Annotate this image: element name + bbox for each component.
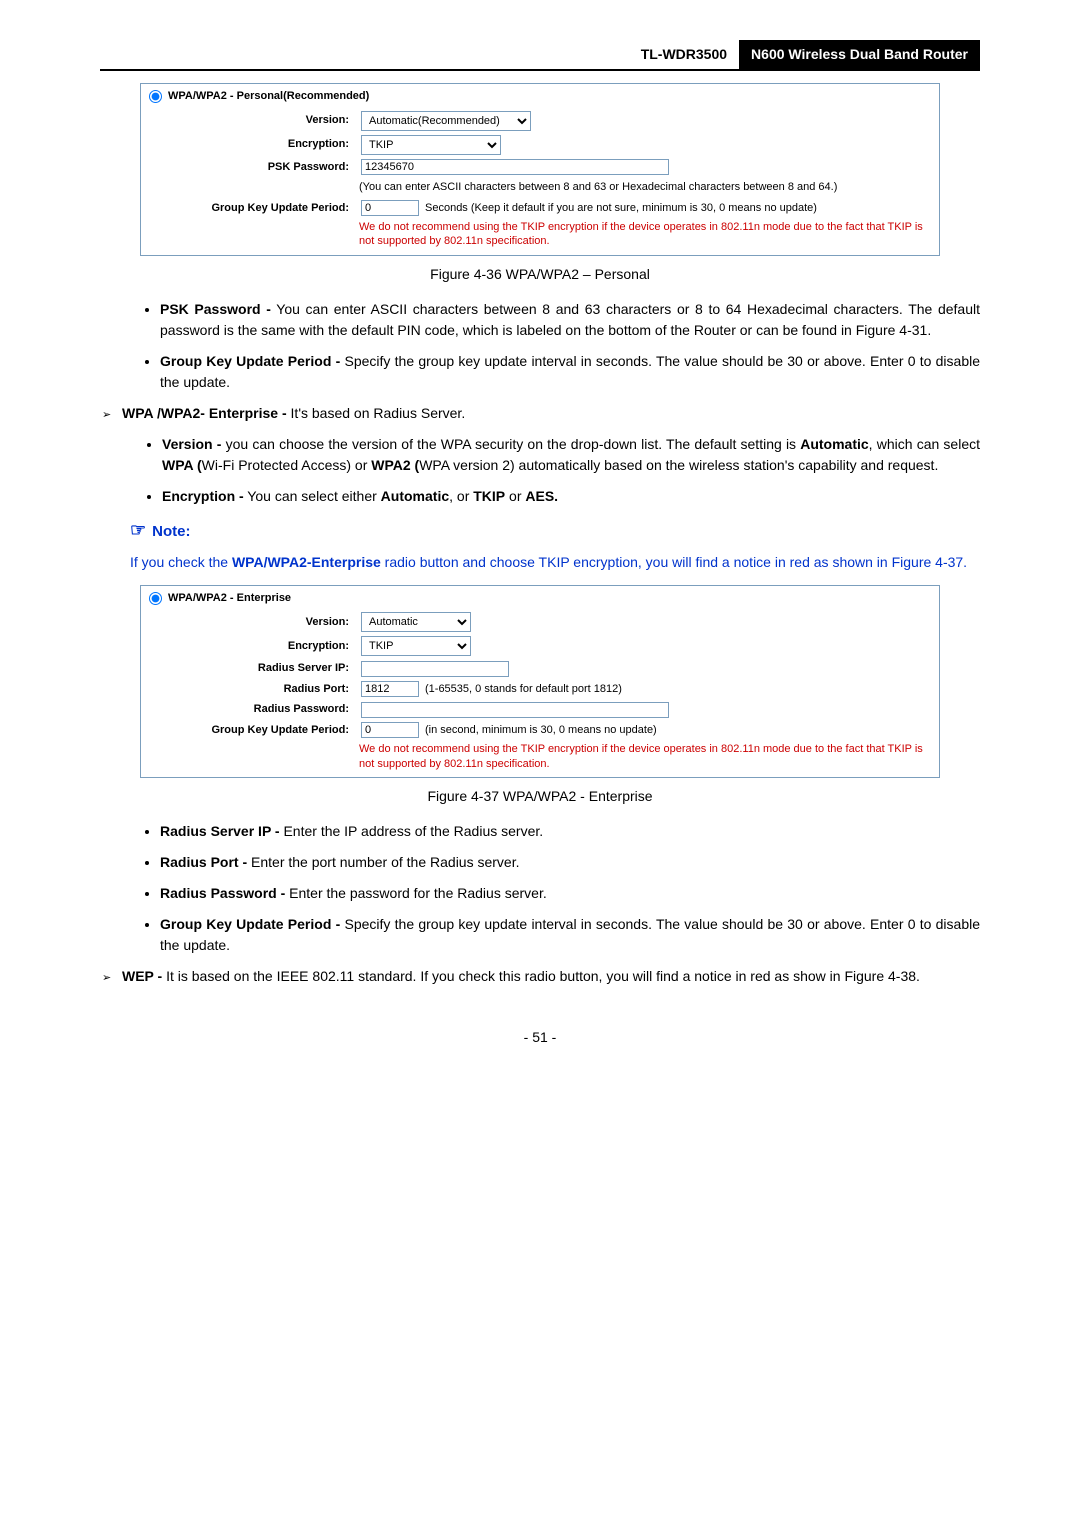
tkip-warning-2: We do not recommend using the TKIP encry… — [141, 740, 939, 777]
label-radius-ip: Radius Server IP: — [149, 660, 361, 677]
bullet-encryption: Encryption - You can select either Autom… — [162, 486, 980, 507]
tri-wep: WEP - It is based on the IEEE 802.11 sta… — [122, 966, 980, 987]
label-version: Version: — [149, 112, 361, 129]
input-gkup2[interactable] — [361, 722, 419, 738]
label-psk: PSK Password: — [149, 159, 361, 176]
select-version[interactable]: Automatic(Recommended) — [361, 111, 531, 131]
input-radius-port[interactable] — [361, 681, 419, 697]
label-radius-port: Radius Port: — [149, 681, 361, 698]
wpa-enterprise-title: WPA/WPA2 - Enterprise — [168, 590, 291, 607]
note-body: If you check the WPA/WPA2-Enterprise rad… — [130, 550, 980, 575]
wpa-enterprise-panel: WPA/WPA2 - Enterprise Version: Automatic… — [140, 585, 940, 778]
page-number: - 51 - — [100, 1027, 980, 1048]
tri-wpa-enterprise: WPA /WPA2- Enterprise - It's based on Ra… — [122, 403, 980, 507]
input-psk[interactable] — [361, 159, 669, 175]
select-encryption[interactable]: TKIP — [361, 135, 501, 155]
psk-hint: (You can enter ASCII characters between … — [141, 177, 939, 198]
figure-caption-1: Figure 4-36 WPA/WPA2 – Personal — [100, 264, 980, 285]
wpa-personal-radio[interactable] — [149, 90, 162, 103]
bullet-radius-pwd: Radius Password - Enter the password for… — [160, 883, 980, 904]
radius-port-hint: (1-65535, 0 stands for default port 1812… — [425, 681, 622, 698]
wpa-enterprise-radio[interactable] — [149, 592, 162, 605]
label-encryption: Encryption: — [149, 136, 361, 153]
model-label: TL-WDR3500 — [641, 40, 739, 69]
bullet-radius-ip: Radius Server IP - Enter the IP address … — [160, 821, 980, 842]
select-encryption2[interactable]: TKIP — [361, 636, 471, 656]
input-gkup[interactable] — [361, 200, 419, 216]
gkup-hint: Seconds (Keep it default if you are not … — [425, 200, 817, 217]
select-version2[interactable]: Automatic — [361, 612, 471, 632]
tkip-warning-1: We do not recommend using the TKIP encry… — [141, 218, 939, 255]
label-gkup2: Group Key Update Period: — [149, 722, 361, 739]
page-header: TL-WDR3500 N600 Wireless Dual Band Route… — [100, 40, 980, 71]
bullet-gkup: Group Key Update Period - Specify the gr… — [160, 351, 980, 393]
wpa-personal-panel: WPA/WPA2 - Personal(Recommended) Version… — [140, 83, 940, 256]
bullet-version: Version - you can choose the version of … — [162, 434, 980, 476]
note-header: ☞Note: — [130, 517, 980, 544]
pointer-icon: ☞ — [130, 520, 146, 540]
bullet-psk: PSK Password - You can enter ASCII chara… — [160, 299, 980, 341]
input-radius-pwd[interactable] — [361, 702, 669, 718]
label-version2: Version: — [149, 614, 361, 631]
bullet-radius-port: Radius Port - Enter the port number of t… — [160, 852, 980, 873]
input-radius-ip[interactable] — [361, 661, 509, 677]
bullet-gkup2: Group Key Update Period - Specify the gr… — [160, 914, 980, 956]
product-label: N600 Wireless Dual Band Router — [739, 40, 980, 69]
label-radius-pwd: Radius Password: — [149, 701, 361, 718]
wpa-personal-title: WPA/WPA2 - Personal(Recommended) — [168, 88, 369, 105]
figure-caption-2: Figure 4-37 WPA/WPA2 - Enterprise — [100, 786, 980, 807]
label-gkup: Group Key Update Period: — [149, 200, 361, 217]
gkup-hint2: (in second, minimum is 30, 0 means no up… — [425, 722, 657, 739]
label-encryption2: Encryption: — [149, 638, 361, 655]
